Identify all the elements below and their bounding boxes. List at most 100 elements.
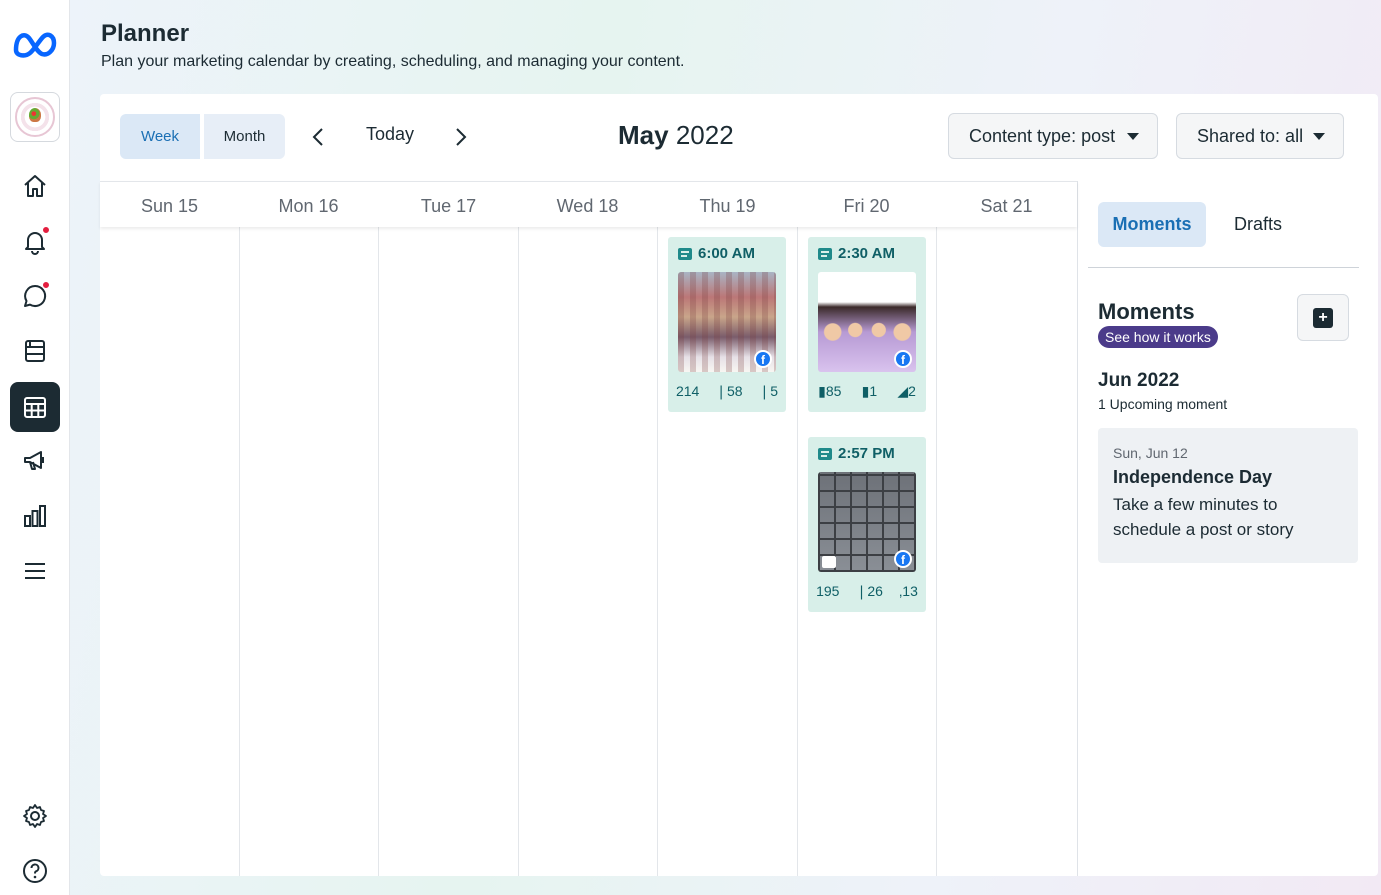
shared-to-dropdown[interactable]: Shared to: all [1176,113,1344,159]
home-icon [24,175,46,197]
reach-stat: ▮85 [818,383,842,399]
week-view-button[interactable]: Week [120,114,200,159]
moment-name: Independence Day [1113,467,1273,487]
planner-icon [24,397,46,418]
facebook-icon: f [894,350,912,368]
day-headers: Sun 15 Mon 16 Tue 17 Wed 18 Thu 19 Fri 2… [100,181,1077,227]
tabs-divider [1088,267,1359,268]
post-time: 2:57 PM [818,445,895,462]
post-time-label: 2:30 AM [838,245,895,262]
post-stats: 214 ❘58 ❘5 [668,383,786,400]
content-icon [25,340,45,362]
shares-stat: ❘5 [758,383,778,399]
post-time: 6:00 AM [678,245,755,262]
multiple-photos-icon [822,556,836,568]
settings-button[interactable] [10,791,60,841]
help-button[interactable] [10,846,60,895]
meta-logo-icon[interactable] [12,28,58,60]
post-type-icon [818,247,832,260]
scheduled-post-card[interactable]: 2:30 AM f ▮85 ▮1 ◢2 [808,237,926,412]
column-divider [657,227,658,876]
day-header-wed: Wed 18 [556,196,619,216]
post-time-label: 6:00 AM [698,245,755,262]
month-view-button[interactable]: Month [204,114,285,159]
content-button[interactable] [10,326,60,376]
chevron-right-icon [456,128,467,146]
notification-dot [42,226,50,234]
help-icon [23,859,47,883]
tab-drafts[interactable]: Drafts [1218,202,1298,247]
facebook-icon: f [894,550,912,568]
add-moment-button[interactable]: + [1297,294,1349,341]
reach-stat: 214 [675,383,700,399]
home-button[interactable] [10,161,60,211]
content-type-label: Content type: post [969,125,1116,146]
moments-heading: Moments [1098,299,1195,324]
post-thumbnail: f [678,272,776,372]
planner-card: Week Month Today May 2022 Content type: … [100,94,1378,876]
planner-button[interactable] [10,382,60,432]
messages-button[interactable] [10,271,60,321]
panel-divider [1077,181,1078,876]
ads-icon [24,451,44,470]
column-divider [518,227,519,876]
menu-button[interactable] [10,546,60,596]
insights-button[interactable] [10,491,60,541]
day-header-sun: Sun 15 [140,196,199,216]
messages-dot [42,281,50,289]
day-header-fri: Fri 20 [843,196,890,216]
notifications-button[interactable] [10,216,60,266]
content-type-dropdown[interactable]: Content type: post [948,113,1158,159]
moment-card[interactable]: Sun, Jun 12 Independence Day Take a few … [1098,428,1358,563]
column-divider [936,227,937,876]
post-time-label: 2:57 PM [838,445,895,462]
month-year: 2022 [675,120,734,150]
day-header-sat: Sat 21 [980,196,1033,216]
see-how-it-works-badge[interactable]: See how it works [1098,326,1218,348]
moment-date: Sun, Jun 12 [1113,445,1188,461]
engagement-stat: ❘26 [855,583,883,599]
today-button[interactable]: Today [355,124,425,145]
page-subtitle: Plan your marketing calendar by creating… [101,53,685,70]
shares-stat: ◢2 [897,383,916,399]
page-logo-icon [15,97,55,137]
month-name: May [618,120,669,150]
post-time: 2:30 AM [818,245,895,262]
day-header-mon: Mon 16 [278,196,339,216]
ads-button[interactable] [10,436,60,486]
week-calendar-grid: Sun 15 Mon 16 Tue 17 Wed 18 Thu 19 Fri 2… [100,181,1077,876]
page-title: Planner [101,20,190,47]
moment-description: Take a few minutes to schedule a post or… [1113,495,1294,539]
column-divider [378,227,379,876]
shares-stat: ‚13 [899,583,918,599]
post-stats: 195 ❘26 ‚13 [808,583,926,600]
post-stats: ▮85 ▮1 ◢2 [808,383,926,400]
day-header-thu: Thu 19 [699,196,756,216]
day-header-tue: Tue 17 [420,196,477,216]
page-avatar[interactable] [10,92,60,142]
current-month-title: May 2022 [618,120,734,151]
scheduled-post-card[interactable]: 2:57 PM f 195 ❘26 ‚13 [808,437,926,612]
tab-moments[interactable]: Moments [1098,202,1206,247]
next-button[interactable] [451,126,471,148]
post-thumbnail: f [818,272,916,372]
post-type-icon [678,247,692,260]
caret-down-icon [1313,133,1325,140]
post-thumbnail: f [818,472,916,572]
post-type-icon [818,447,832,460]
engagement-stat: ▮1 [861,383,878,399]
calendar-toolbar: Week Month Today May 2022 Content type: … [100,94,1378,181]
menu-icon [25,563,45,579]
left-nav-rail [0,0,70,895]
caret-down-icon [1127,133,1139,140]
scheduled-post-card[interactable]: 6:00 AM f 214 ❘58 ❘5 [668,237,786,412]
column-divider [239,227,240,876]
chevron-left-icon [312,128,323,146]
insights-icon [24,505,46,527]
add-icon: + [1313,307,1333,328]
previous-button[interactable] [308,126,328,148]
reach-stat: 195 [816,583,840,599]
facebook-icon: f [754,350,772,368]
column-divider [797,227,798,876]
moments-month-heading: Jun 2022 [1098,370,1180,391]
